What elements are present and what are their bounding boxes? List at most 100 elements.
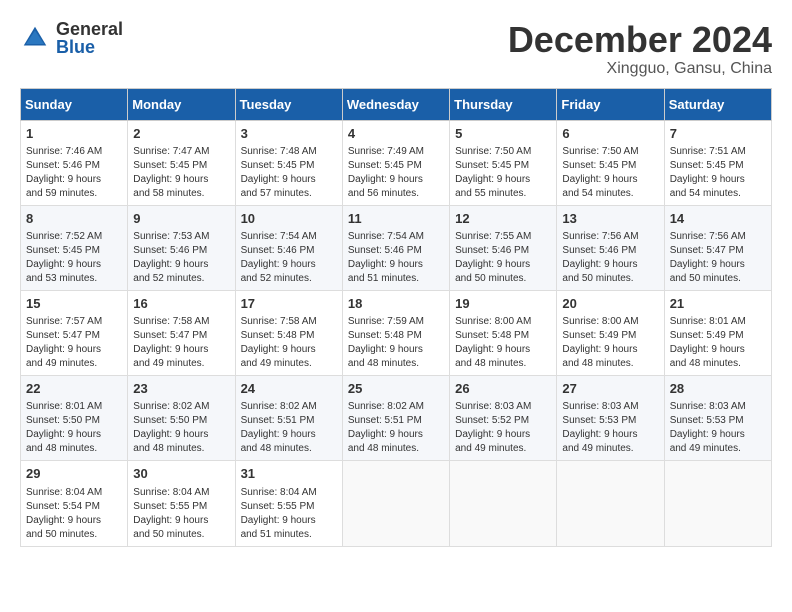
- day-number: 16: [133, 295, 229, 313]
- calendar-day-cell: [342, 461, 449, 546]
- day-number: 1: [26, 125, 122, 143]
- calendar-day-header: Monday: [128, 88, 235, 120]
- logo-text: General Blue: [56, 20, 123, 56]
- calendar-day-cell: 9 Sunrise: 7:53 AM Sunset: 5:46 PM Daylig…: [128, 205, 235, 290]
- day-info: Sunrise: 8:03 AM Sunset: 5:53 PM Dayligh…: [670, 400, 766, 456]
- day-number: 14: [670, 210, 766, 228]
- day-info: Sunrise: 7:55 AM Sunset: 5:46 PM Dayligh…: [455, 230, 551, 286]
- logo-blue: Blue: [56, 38, 123, 56]
- logo: General Blue: [20, 20, 123, 56]
- calendar-day-cell: 12 Sunrise: 7:55 AM Sunset: 5:46 PM Dayli…: [450, 205, 557, 290]
- calendar-day-cell: 18Sunrise: 7:59 AM Sunset: 5:48 PM Dayli…: [342, 290, 449, 375]
- day-info: Sunrise: 7:52 AM Sunset: 5:45 PM Dayligh…: [26, 230, 122, 286]
- day-number: 22: [26, 380, 122, 398]
- day-info: Sunrise: 8:00 AM Sunset: 5:49 PM Dayligh…: [562, 315, 658, 371]
- day-info: Sunrise: 7:54 AM Sunset: 5:46 PM Dayligh…: [348, 230, 444, 286]
- day-number: 11: [348, 210, 444, 228]
- calendar-header-row: SundayMondayTuesdayWednesdayThursdayFrid…: [21, 88, 772, 120]
- calendar-table: SundayMondayTuesdayWednesdayThursdayFrid…: [20, 88, 772, 547]
- day-info: Sunrise: 7:56 AM Sunset: 5:47 PM Dayligh…: [670, 230, 766, 286]
- logo-general: General: [56, 20, 123, 38]
- day-number: 25: [348, 380, 444, 398]
- calendar-day-cell: 15Sunrise: 7:57 AM Sunset: 5:47 PM Dayli…: [21, 290, 128, 375]
- calendar-day-cell: 16 Sunrise: 7:58 AM Sunset: 5:47 PM Dayli…: [128, 290, 235, 375]
- day-number: 20: [562, 295, 658, 313]
- day-number: 27: [562, 380, 658, 398]
- calendar-week-row: 22Sunrise: 8:01 AM Sunset: 5:50 PM Dayli…: [21, 376, 772, 461]
- calendar-day-cell: 13 Sunrise: 7:56 AM Sunset: 5:46 PM Dayli…: [557, 205, 664, 290]
- page-header: General Blue December 2024 Xingguo, Gans…: [20, 20, 772, 78]
- calendar-day-cell: 28 Sunrise: 8:03 AM Sunset: 5:53 PM Dayli…: [664, 376, 771, 461]
- calendar-day-cell: 29Sunrise: 8:04 AM Sunset: 5:54 PM Dayli…: [21, 461, 128, 546]
- calendar-day-cell: 6 Sunrise: 7:50 AM Sunset: 5:45 PM Daylig…: [557, 120, 664, 205]
- calendar-week-row: 1 Sunrise: 7:46 AM Sunset: 5:46 PM Daylig…: [21, 120, 772, 205]
- day-number: 13: [562, 210, 658, 228]
- day-info: Sunrise: 8:04 AM Sunset: 5:55 PM Dayligh…: [241, 486, 337, 542]
- calendar-day-header: Tuesday: [235, 88, 342, 120]
- day-info: Sunrise: 7:58 AM Sunset: 5:47 PM Dayligh…: [133, 315, 229, 371]
- calendar-day-cell: 10 Sunrise: 7:54 AM Sunset: 5:46 PM Dayli…: [235, 205, 342, 290]
- calendar-day-cell: 23Sunrise: 8:02 AM Sunset: 5:50 PM Dayli…: [128, 376, 235, 461]
- calendar-day-cell: [557, 461, 664, 546]
- day-info: Sunrise: 8:04 AM Sunset: 5:54 PM Dayligh…: [26, 486, 122, 542]
- day-info: Sunrise: 7:51 AM Sunset: 5:45 PM Dayligh…: [670, 145, 766, 201]
- day-info: Sunrise: 7:50 AM Sunset: 5:45 PM Dayligh…: [562, 145, 658, 201]
- calendar-day-cell: 22Sunrise: 8:01 AM Sunset: 5:50 PM Dayli…: [21, 376, 128, 461]
- day-info: Sunrise: 8:03 AM Sunset: 5:53 PM Dayligh…: [562, 400, 658, 456]
- day-number: 2: [133, 125, 229, 143]
- day-info: Sunrise: 8:02 AM Sunset: 5:51 PM Dayligh…: [348, 400, 444, 456]
- day-info: Sunrise: 7:54 AM Sunset: 5:46 PM Dayligh…: [241, 230, 337, 286]
- day-number: 12: [455, 210, 551, 228]
- day-number: 6: [562, 125, 658, 143]
- day-number: 5: [455, 125, 551, 143]
- calendar-day-cell: 1 Sunrise: 7:46 AM Sunset: 5:46 PM Daylig…: [21, 120, 128, 205]
- calendar-day-cell: 25 Sunrise: 8:02 AM Sunset: 5:51 PM Dayli…: [342, 376, 449, 461]
- calendar-day-cell: 21 Sunrise: 8:01 AM Sunset: 5:49 PM Dayli…: [664, 290, 771, 375]
- calendar-day-cell: 5 Sunrise: 7:50 AM Sunset: 5:45 PM Daylig…: [450, 120, 557, 205]
- day-number: 26: [455, 380, 551, 398]
- calendar-day-cell: 17 Sunrise: 7:58 AM Sunset: 5:48 PM Dayli…: [235, 290, 342, 375]
- calendar-day-header: Thursday: [450, 88, 557, 120]
- day-number: 19: [455, 295, 551, 313]
- calendar-day-cell: 19Sunrise: 8:00 AM Sunset: 5:48 PM Dayli…: [450, 290, 557, 375]
- day-info: Sunrise: 7:56 AM Sunset: 5:46 PM Dayligh…: [562, 230, 658, 286]
- calendar-day-cell: 4 Sunrise: 7:49 AM Sunset: 5:45 PM Daylig…: [342, 120, 449, 205]
- calendar-week-row: 29Sunrise: 8:04 AM Sunset: 5:54 PM Dayli…: [21, 461, 772, 546]
- calendar-day-cell: 30 Sunrise: 8:04 AM Sunset: 5:55 PM Dayli…: [128, 461, 235, 546]
- day-number: 10: [241, 210, 337, 228]
- day-number: 4: [348, 125, 444, 143]
- day-number: 31: [241, 465, 337, 483]
- calendar-day-header: Wednesday: [342, 88, 449, 120]
- day-info: Sunrise: 7:59 AM Sunset: 5:48 PM Dayligh…: [348, 315, 444, 371]
- day-info: Sunrise: 7:53 AM Sunset: 5:46 PM Dayligh…: [133, 230, 229, 286]
- day-info: Sunrise: 8:01 AM Sunset: 5:49 PM Dayligh…: [670, 315, 766, 371]
- day-number: 17: [241, 295, 337, 313]
- day-number: 28: [670, 380, 766, 398]
- day-info: Sunrise: 7:50 AM Sunset: 5:45 PM Dayligh…: [455, 145, 551, 201]
- calendar-day-cell: 14 Sunrise: 7:56 AM Sunset: 5:47 PM Dayli…: [664, 205, 771, 290]
- day-info: Sunrise: 7:47 AM Sunset: 5:45 PM Dayligh…: [133, 145, 229, 201]
- calendar-day-cell: 2 Sunrise: 7:47 AM Sunset: 5:45 PM Daylig…: [128, 120, 235, 205]
- calendar-day-cell: 20 Sunrise: 8:00 AM Sunset: 5:49 PM Dayli…: [557, 290, 664, 375]
- day-info: Sunrise: 8:03 AM Sunset: 5:52 PM Dayligh…: [455, 400, 551, 456]
- calendar-day-cell: 8 Sunrise: 7:52 AM Sunset: 5:45 PM Daylig…: [21, 205, 128, 290]
- day-number: 7: [670, 125, 766, 143]
- calendar-day-cell: 11 Sunrise: 7:54 AM Sunset: 5:46 PM Dayli…: [342, 205, 449, 290]
- day-info: Sunrise: 7:46 AM Sunset: 5:46 PM Dayligh…: [26, 145, 122, 201]
- day-number: 30: [133, 465, 229, 483]
- day-number: 9: [133, 210, 229, 228]
- day-number: 23: [133, 380, 229, 398]
- calendar-day-cell: 26 Sunrise: 8:03 AM Sunset: 5:52 PM Dayli…: [450, 376, 557, 461]
- logo-icon: [20, 23, 50, 53]
- day-info: Sunrise: 8:02 AM Sunset: 5:51 PM Dayligh…: [241, 400, 337, 456]
- day-info: Sunrise: 7:49 AM Sunset: 5:45 PM Dayligh…: [348, 145, 444, 201]
- day-number: 8: [26, 210, 122, 228]
- calendar-day-cell: [664, 461, 771, 546]
- title-block: December 2024 Xingguo, Gansu, China: [508, 20, 772, 78]
- calendar-day-header: Saturday: [664, 88, 771, 120]
- day-number: 21: [670, 295, 766, 313]
- day-info: Sunrise: 7:58 AM Sunset: 5:48 PM Dayligh…: [241, 315, 337, 371]
- day-info: Sunrise: 8:04 AM Sunset: 5:55 PM Dayligh…: [133, 486, 229, 542]
- day-number: 24: [241, 380, 337, 398]
- calendar-day-cell: 31 Sunrise: 8:04 AM Sunset: 5:55 PM Dayli…: [235, 461, 342, 546]
